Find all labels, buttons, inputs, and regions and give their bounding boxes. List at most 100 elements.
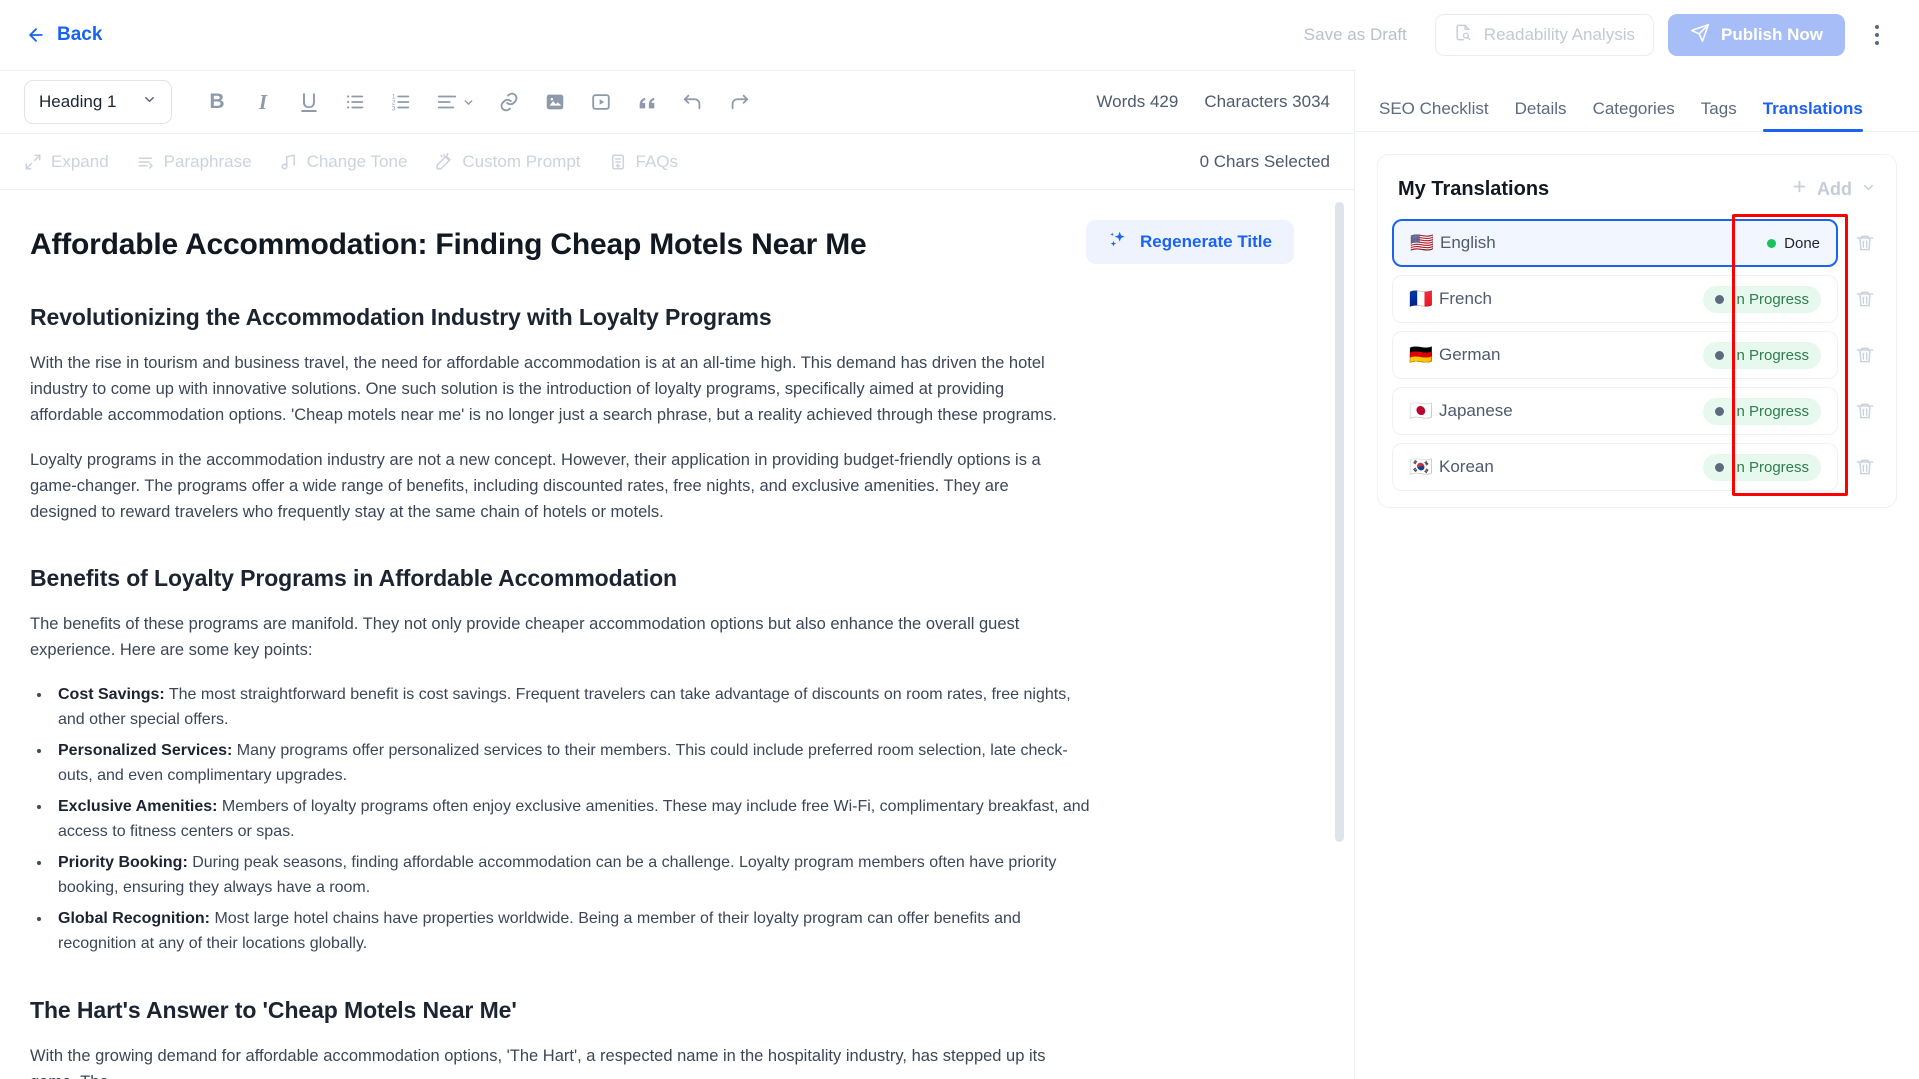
kebab-menu-icon[interactable] [1857, 14, 1897, 56]
top-bar: Back Save as Draft Readability Analysis … [0, 0, 1919, 70]
translation-row: 🇰🇷 Korean In Progress [1392, 443, 1882, 491]
paraphrase-label: Paraphrase [163, 151, 252, 171]
format-toolbar: Heading 1 B I U 123 Words 429 Characters… [0, 70, 1354, 134]
publish-now-button[interactable]: Publish Now [1668, 14, 1845, 56]
benefit-text: During peak seasons, finding affordable … [58, 854, 1057, 897]
expand-button[interactable]: Expand [24, 152, 109, 172]
expand-label: Expand [51, 151, 109, 171]
add-label: Add [1817, 178, 1852, 199]
svg-text:3: 3 [392, 105, 396, 112]
document-scrollbar[interactable] [1335, 202, 1344, 842]
link-button[interactable] [486, 80, 532, 124]
bold-button[interactable]: B [194, 80, 240, 124]
status-label: In Progress [1732, 290, 1809, 308]
numbered-list-button[interactable]: 123 [378, 80, 424, 124]
undo-button[interactable] [670, 80, 716, 124]
status-dot-icon [1715, 462, 1725, 472]
custom-prompt-button[interactable]: Custom Prompt [435, 152, 581, 172]
status-label: In Progress [1732, 402, 1809, 420]
align-button[interactable] [424, 80, 486, 124]
benefit-list-item: Priority Booking: During peak seasons, f… [52, 850, 1092, 900]
translation-item-korean[interactable]: 🇰🇷 Korean In Progress [1392, 443, 1838, 491]
save-as-draft-button[interactable]: Save as Draft [1286, 25, 1425, 45]
trash-icon[interactable] [1848, 289, 1882, 309]
status-dot-icon [1715, 350, 1725, 360]
language-name: German [1439, 345, 1501, 364]
translations-list: 🇺🇸 English Done 🇫🇷 French In Progress 🇩🇪 German… [1392, 219, 1882, 491]
format-icon-group: B I U 123 [194, 80, 762, 124]
main-area: Heading 1 B I U 123 Words 429 Characters… [0, 70, 1919, 1079]
redo-button[interactable] [716, 80, 762, 124]
sparkle-icon [1108, 230, 1128, 255]
change-tone-button[interactable]: Change Tone [280, 151, 408, 172]
language-name: French [1439, 289, 1492, 308]
paragraph-3: The benefits of these programs are manif… [30, 615, 1020, 660]
benefits-list: Cost Savings: The most straightforward b… [52, 682, 1092, 957]
tab-seo-checklist[interactable]: SEO Checklist [1379, 99, 1489, 131]
regenerate-title-button[interactable]: Regenerate Title [1086, 220, 1294, 264]
back-button[interactable]: Back [26, 24, 102, 46]
status-badge: Done [1767, 235, 1820, 252]
flag-icon: 🇰🇷 [1409, 456, 1433, 478]
expand-icon [24, 153, 42, 171]
status-label: In Progress [1732, 458, 1809, 476]
translation-item-english[interactable]: 🇺🇸 English Done [1392, 219, 1838, 267]
underline-button[interactable]: U [286, 80, 332, 124]
section-heading-3: The Hart's Answer to 'Cheap Motels Near … [30, 996, 517, 1023]
editor-counts: Words 429 Characters 3034 [1096, 92, 1330, 112]
status-badge: In Progress [1703, 341, 1821, 369]
add-translation-button[interactable]: Add [1791, 178, 1876, 200]
change-tone-label: Change Tone [306, 151, 408, 171]
benefit-list-item: Exclusive Amenities: Members of loyalty … [52, 794, 1092, 844]
heading-level-select[interactable]: Heading 1 [24, 80, 172, 124]
status-badge: In Progress [1703, 397, 1821, 425]
tab-translations[interactable]: Translations [1762, 99, 1863, 132]
section-heading-2: Benefits of Loyalty Programs in Affordab… [30, 565, 678, 592]
translation-item-japanese[interactable]: 🇯🇵 Japanese In Progress [1392, 387, 1838, 435]
benefit-list-item: Cost Savings: The most straightforward b… [52, 682, 1092, 732]
plus-icon [1791, 178, 1808, 200]
tab-details[interactable]: Details [1515, 99, 1567, 131]
translations-card-header: My Translations Add [1392, 169, 1882, 209]
benefit-term: Global Recognition: [58, 910, 210, 928]
translation-row: 🇯🇵 Japanese In Progress [1392, 387, 1882, 435]
benefit-list-item: Personalized Services: Many programs off… [52, 738, 1092, 788]
bullet-list-button[interactable] [332, 80, 378, 124]
paraphrase-icon [137, 153, 155, 171]
trash-icon[interactable] [1848, 457, 1882, 477]
paraphrase-button[interactable]: Paraphrase [137, 152, 252, 172]
document-search-icon [1454, 23, 1473, 47]
publish-now-label: Publish Now [1721, 25, 1823, 44]
quote-button[interactable] [624, 80, 670, 124]
page-title[interactable]: Affordable Accommodation: Finding Cheap … [30, 220, 1066, 262]
translation-item-french[interactable]: 🇫🇷 French In Progress [1392, 275, 1838, 323]
status-dot-icon [1715, 294, 1725, 304]
flag-icon: 🇩🇪 [1409, 344, 1433, 366]
readability-analysis-button[interactable]: Readability Analysis [1434, 14, 1654, 56]
italic-button[interactable]: I [240, 80, 286, 124]
image-button[interactable] [532, 80, 578, 124]
paragraph-1: With the rise in tourism and business tr… [30, 354, 1057, 425]
video-button[interactable] [578, 80, 624, 124]
back-label: Back [57, 24, 103, 45]
translation-item-german[interactable]: 🇩🇪 German In Progress [1392, 331, 1838, 379]
trash-icon[interactable] [1848, 401, 1882, 421]
trash-icon[interactable] [1848, 345, 1882, 365]
editor-column: Heading 1 B I U 123 Words 429 Characters… [0, 70, 1355, 1079]
document-body[interactable]: Affordable Accommodation: Finding Cheap … [0, 190, 1354, 1079]
regenerate-title-label: Regenerate Title [1140, 232, 1272, 251]
flag-icon: 🇫🇷 [1409, 288, 1433, 310]
document-scroll-area[interactable]: Affordable Accommodation: Finding Cheap … [0, 190, 1354, 1079]
faqs-label: FAQs [635, 151, 679, 171]
send-icon [1690, 23, 1710, 48]
chevron-down-icon [142, 92, 157, 112]
benefit-term: Priority Booking: [58, 854, 188, 872]
paragraph-2: Loyalty programs in the accommodation in… [30, 451, 1041, 522]
tab-categories[interactable]: Categories [1593, 99, 1675, 131]
trash-icon[interactable] [1848, 233, 1882, 253]
faqs-button[interactable]: FAQs [609, 151, 679, 172]
tone-icon [280, 153, 298, 171]
tab-tags[interactable]: Tags [1701, 99, 1737, 131]
language-name: English [1440, 233, 1496, 252]
status-dot-icon [1767, 238, 1777, 248]
